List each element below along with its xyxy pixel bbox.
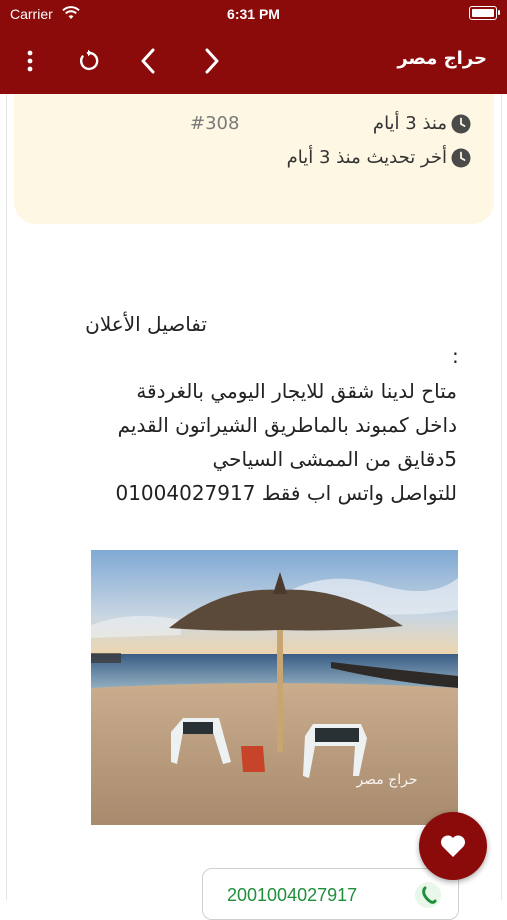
whatsapp-icon	[415, 882, 441, 908]
more-button[interactable]	[8, 28, 52, 94]
posted-time: منذ 3 أيام	[372, 113, 447, 134]
app-title: حراج مصر	[397, 48, 487, 69]
more-vertical-icon	[27, 50, 33, 72]
back-button[interactable]	[126, 28, 170, 94]
heart-icon	[440, 835, 466, 857]
image-watermark: حراج مصر	[355, 772, 417, 788]
description-line: للتواصل واتس اب فقط 01004027917	[115, 481, 457, 505]
description-line: متاح لدينا شقق للايجار اليومي بالغردقة	[136, 379, 457, 403]
status-bar: Carrier 6:31 PM	[0, 0, 507, 28]
contact-phone: 2001004027917	[227, 885, 358, 905]
clock-icon	[451, 148, 471, 168]
updated-time: أخر تحديث منذ 3 أيام	[286, 147, 447, 168]
ad-number: #308	[190, 113, 240, 134]
chevron-left-icon	[141, 48, 155, 74]
battery-icon	[469, 6, 500, 20]
favorite-button[interactable]	[419, 812, 487, 880]
clock-icon	[451, 114, 471, 134]
ad-photo[interactable]: حراج مصر	[91, 550, 458, 825]
chevron-right-icon	[205, 48, 219, 74]
reload-icon	[79, 49, 99, 71]
forward-button[interactable]	[190, 28, 234, 94]
description-line: 5دقايق من الممشى السياحي	[212, 447, 458, 471]
browser-toolbar: حراج مصر	[0, 28, 507, 94]
description-line: داخل كمبوند بالماطريق الشيراتون القديم	[117, 413, 457, 437]
details-colon: :	[452, 344, 459, 368]
reload-button[interactable]	[66, 28, 110, 94]
beach-photo: حراج مصر	[91, 550, 458, 825]
ad-description: متاح لدينا شقق للايجار اليومي بالغردقة د…	[27, 374, 457, 510]
whatsapp-contact-button[interactable]: 2001004027917	[202, 868, 459, 920]
clock-time: 6:31 PM	[227, 6, 280, 22]
details-title: تفاصيل الأعلان	[85, 312, 207, 336]
updated-row: أخر تحديث منذ 3 أيام	[261, 143, 471, 173]
posted-row: منذ 3 أيام	[373, 113, 471, 134]
